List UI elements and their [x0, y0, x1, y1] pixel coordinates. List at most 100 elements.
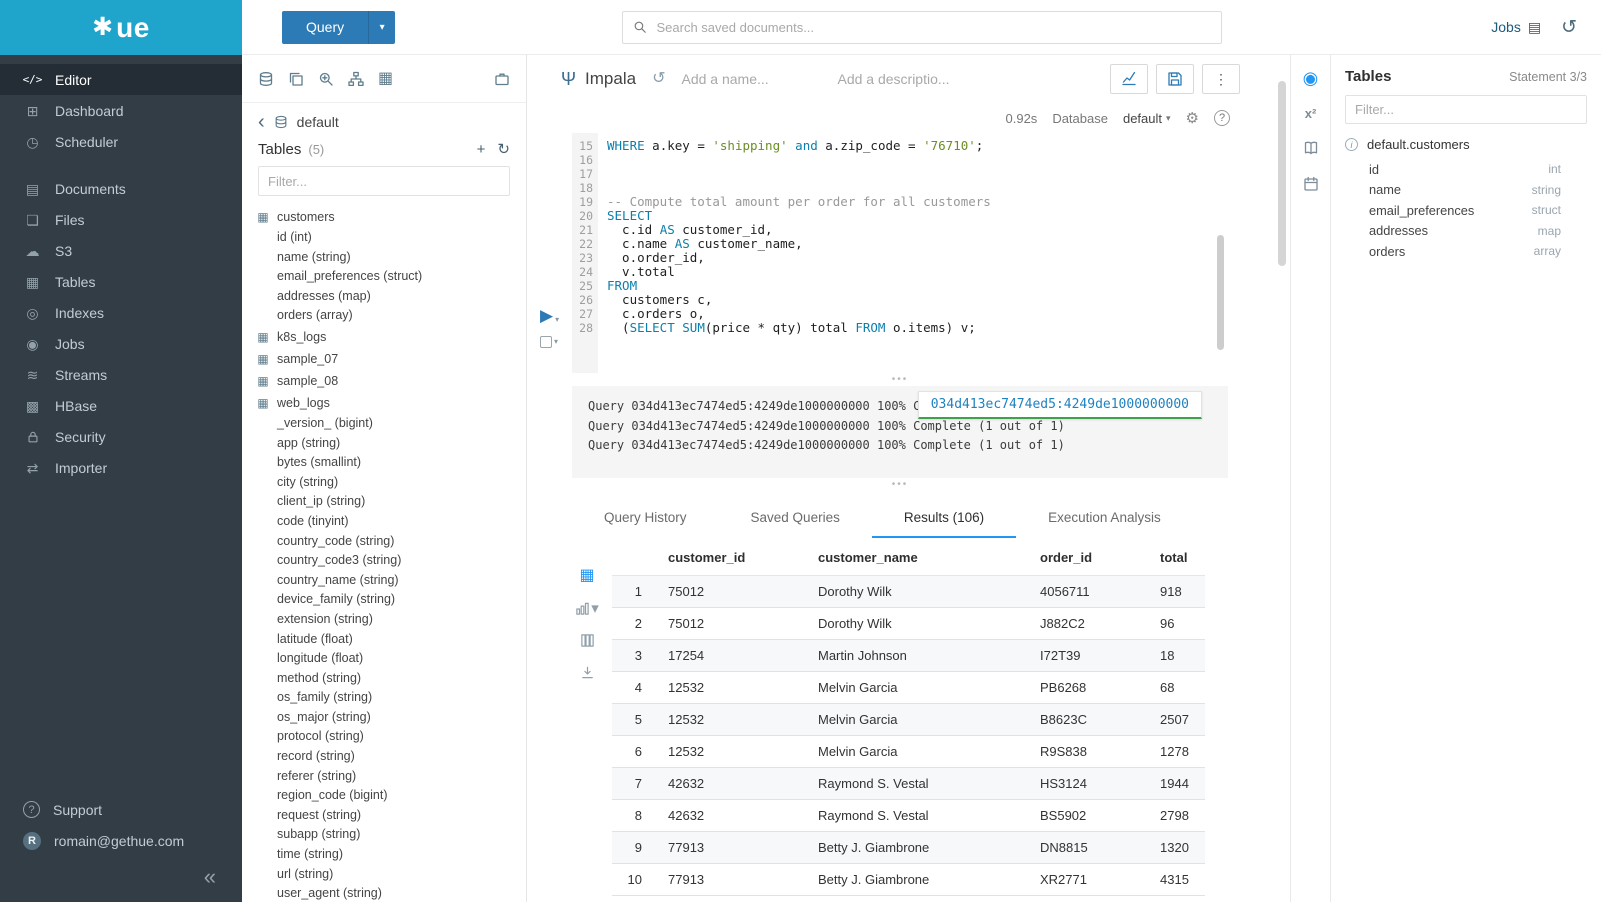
column-item[interactable]: name (string): [255, 248, 526, 268]
chart-view-button[interactable]: ▾: [575, 601, 599, 616]
tab-saved-queries[interactable]: Saved Queries: [719, 501, 872, 538]
result-row[interactable]: 842632Raymond S. VestalBS59022798: [612, 800, 1205, 832]
nav-item-hbase[interactable]: ▩HBase: [0, 390, 242, 421]
column-item[interactable]: os_family (string): [255, 688, 526, 708]
documents-icon[interactable]: [288, 71, 304, 87]
column-item[interactable]: city (string): [255, 473, 526, 493]
column-item[interactable]: _version_ (bigint): [255, 414, 526, 434]
refresh-tables-icon[interactable]: ↻: [497, 142, 510, 157]
assist-active-table[interactable]: i default.customers: [1345, 137, 1587, 152]
query-id-popover[interactable]: 034d413ec7474ed5:4249de1000000000: [918, 391, 1202, 419]
db-breadcrumb[interactable]: ‹ default: [242, 103, 526, 134]
databases-icon[interactable]: [258, 71, 274, 87]
nav-item-user[interactable]: R romain@gethue.com: [0, 825, 242, 856]
result-row[interactable]: 1077913Betty J. GiambroneXR27714315: [612, 864, 1205, 896]
column-item[interactable]: longitude (float): [255, 649, 526, 669]
create-table-icon[interactable]: +: [477, 142, 486, 157]
assist-column-name[interactable]: namestring: [1369, 180, 1561, 201]
tab-execution-analysis[interactable]: Execution Analysis: [1016, 501, 1193, 538]
nav-item-security[interactable]: Security: [0, 421, 242, 452]
results-column-header[interactable]: customer_id: [658, 542, 808, 576]
table-item-sample-08[interactable]: ▦sample_08: [255, 370, 526, 392]
nav-item-tables[interactable]: ▦Tables: [0, 266, 242, 297]
code-editor[interactable]: 1516171819202122232425262728 WHERE a.key…: [572, 133, 1228, 373]
column-item[interactable]: country_code3 (string): [255, 551, 526, 571]
assist-column-id[interactable]: idint: [1369, 159, 1561, 180]
help-icon[interactable]: ?: [1214, 110, 1230, 126]
nav-item-streams[interactable]: ≋Streams: [0, 359, 242, 390]
assist-column-email-preferences[interactable]: email_preferencesstruct: [1369, 200, 1561, 221]
nav-item-files[interactable]: ❏Files: [0, 204, 242, 235]
global-search-input[interactable]: [622, 11, 1222, 44]
nav-item-dashboard[interactable]: ⊞Dashboard: [0, 95, 242, 126]
chart-settings-button[interactable]: [1110, 64, 1148, 94]
column-item[interactable]: subapp (string): [255, 825, 526, 845]
nav-item-scheduler[interactable]: ◷Scheduler: [0, 126, 242, 157]
column-item[interactable]: id (int): [255, 228, 526, 248]
table-item-k8s-logs[interactable]: ▦k8s_logs: [255, 326, 526, 348]
jobs-link[interactable]: Jobs ▤: [1491, 19, 1541, 35]
result-row[interactable]: 977913Betty J. GiambroneDN88151320: [612, 832, 1205, 864]
run-query-button[interactable]: ▶ ▾: [540, 307, 559, 324]
more-actions-button[interactable]: ⋮: [1202, 64, 1240, 94]
result-row[interactable]: 175012Dorothy Wilk4056711918: [612, 576, 1205, 608]
results-column-header[interactable]: order_id: [1030, 542, 1150, 576]
column-item[interactable]: url (string): [255, 865, 526, 885]
table-item-sample-07[interactable]: ▦sample_07: [255, 348, 526, 370]
assist-filter-input[interactable]: [1345, 95, 1587, 124]
nav-item-s3[interactable]: ☁S3: [0, 235, 242, 266]
apps-grid-icon[interactable]: ▦: [378, 71, 393, 87]
assist-column-orders[interactable]: ordersarray: [1369, 241, 1561, 262]
table-item-customers[interactable]: ▦customers: [255, 206, 526, 228]
column-item[interactable]: country_name (string): [255, 571, 526, 591]
column-item[interactable]: latitude (float): [255, 630, 526, 650]
result-row[interactable]: 612532Melvin GarciaR9S8381278: [612, 736, 1205, 768]
nav-item-indexes[interactable]: ◎Indexes: [0, 297, 242, 328]
column-item[interactable]: orders (array): [255, 306, 526, 326]
results-column-header[interactable]: total: [1150, 542, 1205, 576]
hue-logo[interactable]: ✱ue: [0, 0, 242, 55]
grid-view-icon[interactable]: ▦: [579, 568, 594, 584]
save-query-button[interactable]: [1156, 64, 1194, 94]
new-query-button[interactable]: Query: [282, 11, 368, 44]
jobs-bag-icon[interactable]: [494, 71, 510, 87]
query-name-input[interactable]: [681, 71, 821, 87]
column-item[interactable]: bytes (smallint): [255, 453, 526, 473]
nav-item-editor[interactable]: </>Editor: [0, 64, 242, 95]
resize-handle-top[interactable]: •••: [572, 373, 1228, 386]
sidebar-collapse-button[interactable]: «: [0, 856, 242, 900]
column-item[interactable]: os_major (string): [255, 708, 526, 728]
nav-item-support[interactable]: ? Support: [0, 794, 242, 825]
result-limit-button[interactable]: ▾: [540, 336, 558, 348]
language-reference-icon[interactable]: [1303, 140, 1319, 156]
column-item[interactable]: email_preferences (struct): [255, 267, 526, 287]
result-row[interactable]: 742632Raymond S. VestalHS31241944: [612, 768, 1205, 800]
result-row[interactable]: 275012Dorothy WilkJ882C296: [612, 608, 1205, 640]
results-column-header[interactable]: customer_name: [808, 542, 1030, 576]
columns-view-icon[interactable]: [580, 633, 595, 648]
zoom-search-icon[interactable]: [318, 71, 334, 87]
column-item[interactable]: country_code (string): [255, 532, 526, 552]
resize-handle-bottom[interactable]: •••: [572, 478, 1228, 491]
result-row[interactable]: 317254Martin JohnsonI72T3918: [612, 640, 1205, 672]
query-history-icon[interactable]: ↺: [1561, 18, 1577, 37]
column-item[interactable]: client_ip (string): [255, 492, 526, 512]
column-item[interactable]: protocol (string): [255, 727, 526, 747]
column-item[interactable]: addresses (map): [255, 287, 526, 307]
column-item[interactable]: region_code (bigint): [255, 786, 526, 806]
database-selector[interactable]: default ▾: [1123, 111, 1171, 126]
column-item[interactable]: user_agent (string): [255, 884, 526, 902]
column-item[interactable]: referer (string): [255, 767, 526, 787]
nav-item-importer[interactable]: ⇄Importer: [0, 452, 242, 483]
result-row[interactable]: 512532Melvin GarciaB8623C2507: [612, 704, 1205, 736]
query-description-input[interactable]: [837, 71, 997, 87]
download-results-icon[interactable]: [580, 665, 595, 680]
column-item[interactable]: extension (string): [255, 610, 526, 630]
query-type-dropdown[interactable]: ▾: [368, 11, 395, 44]
table-item-web-logs[interactable]: ▦web_logs: [255, 392, 526, 414]
code-lines[interactable]: WHERE a.key = 'shipping' and a.zip_code …: [598, 133, 1228, 373]
tab-results-106[interactable]: Results (106): [872, 501, 1016, 538]
functions-icon[interactable]: x²: [1305, 107, 1317, 120]
settings-gear-icon[interactable]: ⚙: [1186, 111, 1199, 126]
sitemap-icon[interactable]: [348, 71, 364, 87]
